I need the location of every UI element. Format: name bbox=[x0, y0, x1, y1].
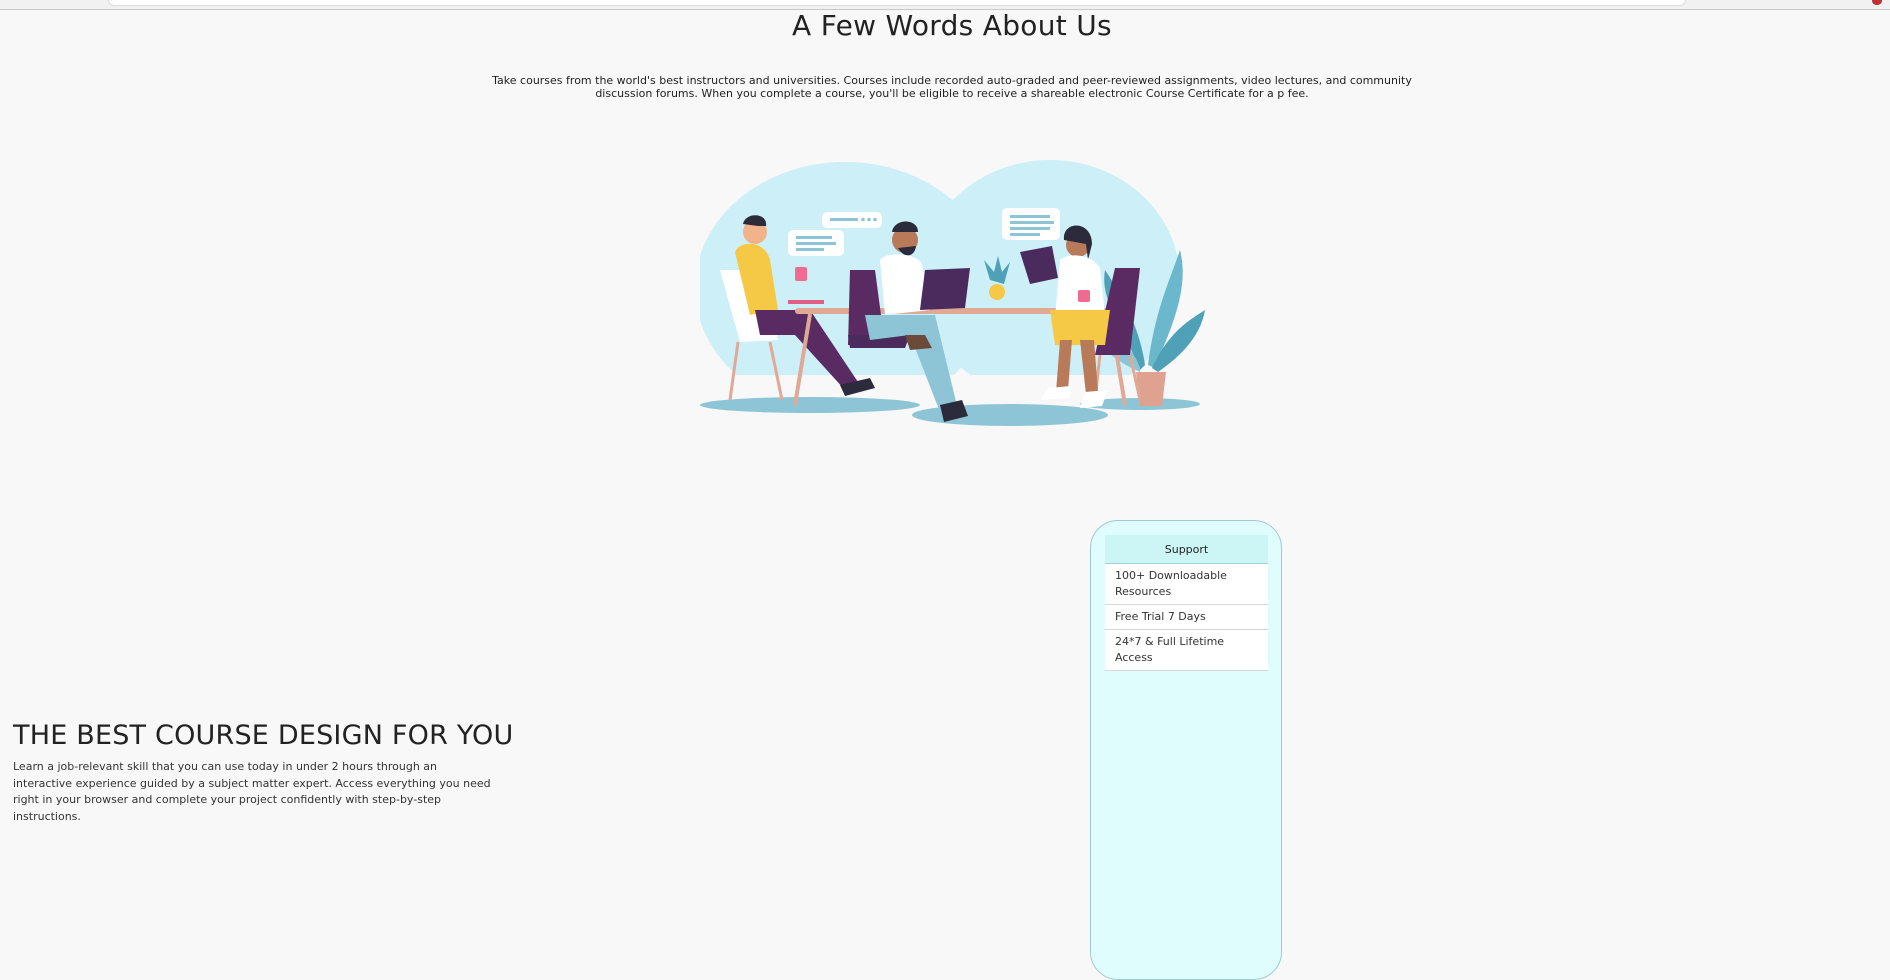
support-feature: 100+ Downloadable Resources bbox=[1105, 563, 1268, 605]
table-row: 24*7 & Full Lifetime Access bbox=[1105, 629, 1268, 671]
support-header: Support bbox=[1105, 535, 1268, 564]
profile-avatar-icon[interactable] bbox=[1872, 0, 1882, 5]
team-working-illustration bbox=[700, 160, 1210, 440]
support-feature: Free Trial 7 Days bbox=[1105, 604, 1268, 630]
course-design-title: THE BEST COURSE DESIGN FOR YOU bbox=[13, 720, 514, 751]
support-header-row: Support bbox=[1105, 535, 1268, 564]
course-design-description: Learn a job-relevant skill that you can … bbox=[13, 760, 491, 823]
about-title: A Few Words About Us bbox=[792, 9, 1112, 42]
support-feature: 24*7 & Full Lifetime Access bbox=[1105, 629, 1268, 671]
table-row: 100+ Downloadable Resources bbox=[1105, 563, 1268, 605]
support-pricing-card: Support 100+ Downloadable Resources Free… bbox=[1090, 520, 1282, 980]
about-description: Take courses from the world's best instr… bbox=[492, 74, 1412, 100]
support-table: Support 100+ Downloadable Resources Free… bbox=[1105, 535, 1268, 671]
address-bar[interactable] bbox=[108, 0, 1686, 6]
table-row: Free Trial 7 Days bbox=[1105, 604, 1268, 630]
